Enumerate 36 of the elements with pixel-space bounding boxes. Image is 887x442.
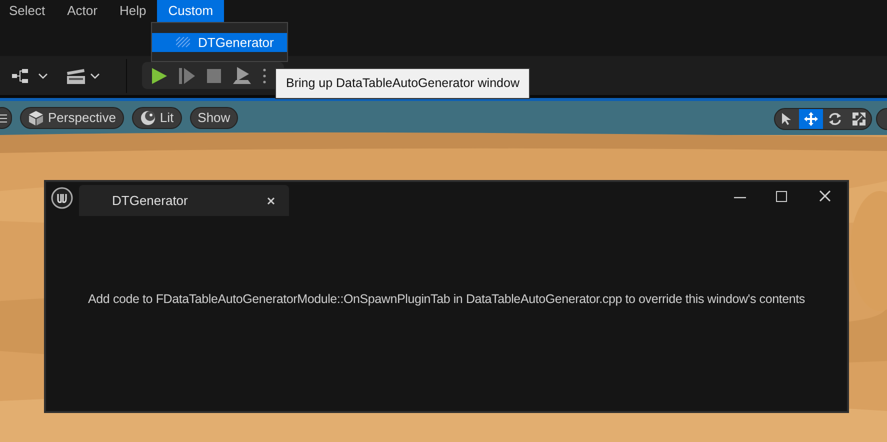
menu-item[interactable]: Select <box>0 0 56 22</box>
chevron-down-icon <box>90 72 100 78</box>
viewport-option-button[interactable]: Show <box>190 107 238 129</box>
window-tab[interactable]: DTGenerator <box>79 185 289 216</box>
move-arrows-icon <box>804 112 818 126</box>
tooltip: Bring up DataTableAutoGenerator window <box>275 68 530 99</box>
engine-logo-icon <box>51 187 73 209</box>
plugin-icon <box>176 36 190 48</box>
rotate-icon <box>828 112 842 126</box>
menu-item[interactable]: Custom <box>157 0 224 22</box>
options-icon[interactable] <box>263 68 266 84</box>
menu-item[interactable]: Actor <box>56 0 108 22</box>
cursor-icon <box>781 112 793 126</box>
minimize-icon[interactable] <box>734 197 746 199</box>
hierarchy-dropdown[interactable] <box>12 68 48 84</box>
clapperboard-icon <box>66 68 86 84</box>
stop-icon[interactable] <box>207 68 221 82</box>
viewport-option-button[interactable]: Perspective <box>20 107 124 129</box>
chevron-down-icon <box>38 72 48 78</box>
play-icon[interactable] <box>151 68 167 84</box>
menu-item[interactable]: Help <box>108 0 158 22</box>
menu-icon <box>0 114 7 122</box>
cinematics-dropdown[interactable] <box>66 68 100 84</box>
sphere-icon <box>140 110 156 126</box>
viewport-option-button[interactable]: Lit <box>132 107 182 129</box>
step-forward-icon[interactable] <box>179 68 195 84</box>
maximize-icon[interactable] <box>776 191 787 202</box>
cube-icon <box>28 110 44 126</box>
window-message: Add code to FDataTableAutoGeneratorModule::OnSpawnPluginTab in DataTableAutoGenerator.cpp to override this window's contents <box>88 291 805 308</box>
transform-tool-button[interactable] <box>799 109 823 129</box>
tab-title: DTGenerator <box>112 192 188 210</box>
eject-play-icon[interactable] <box>233 67 251 84</box>
close-icon[interactable] <box>819 190 831 202</box>
dropdown-item[interactable]: DTGenerator <box>152 33 287 52</box>
scale-icon <box>852 112 866 126</box>
close-icon[interactable] <box>267 196 275 204</box>
